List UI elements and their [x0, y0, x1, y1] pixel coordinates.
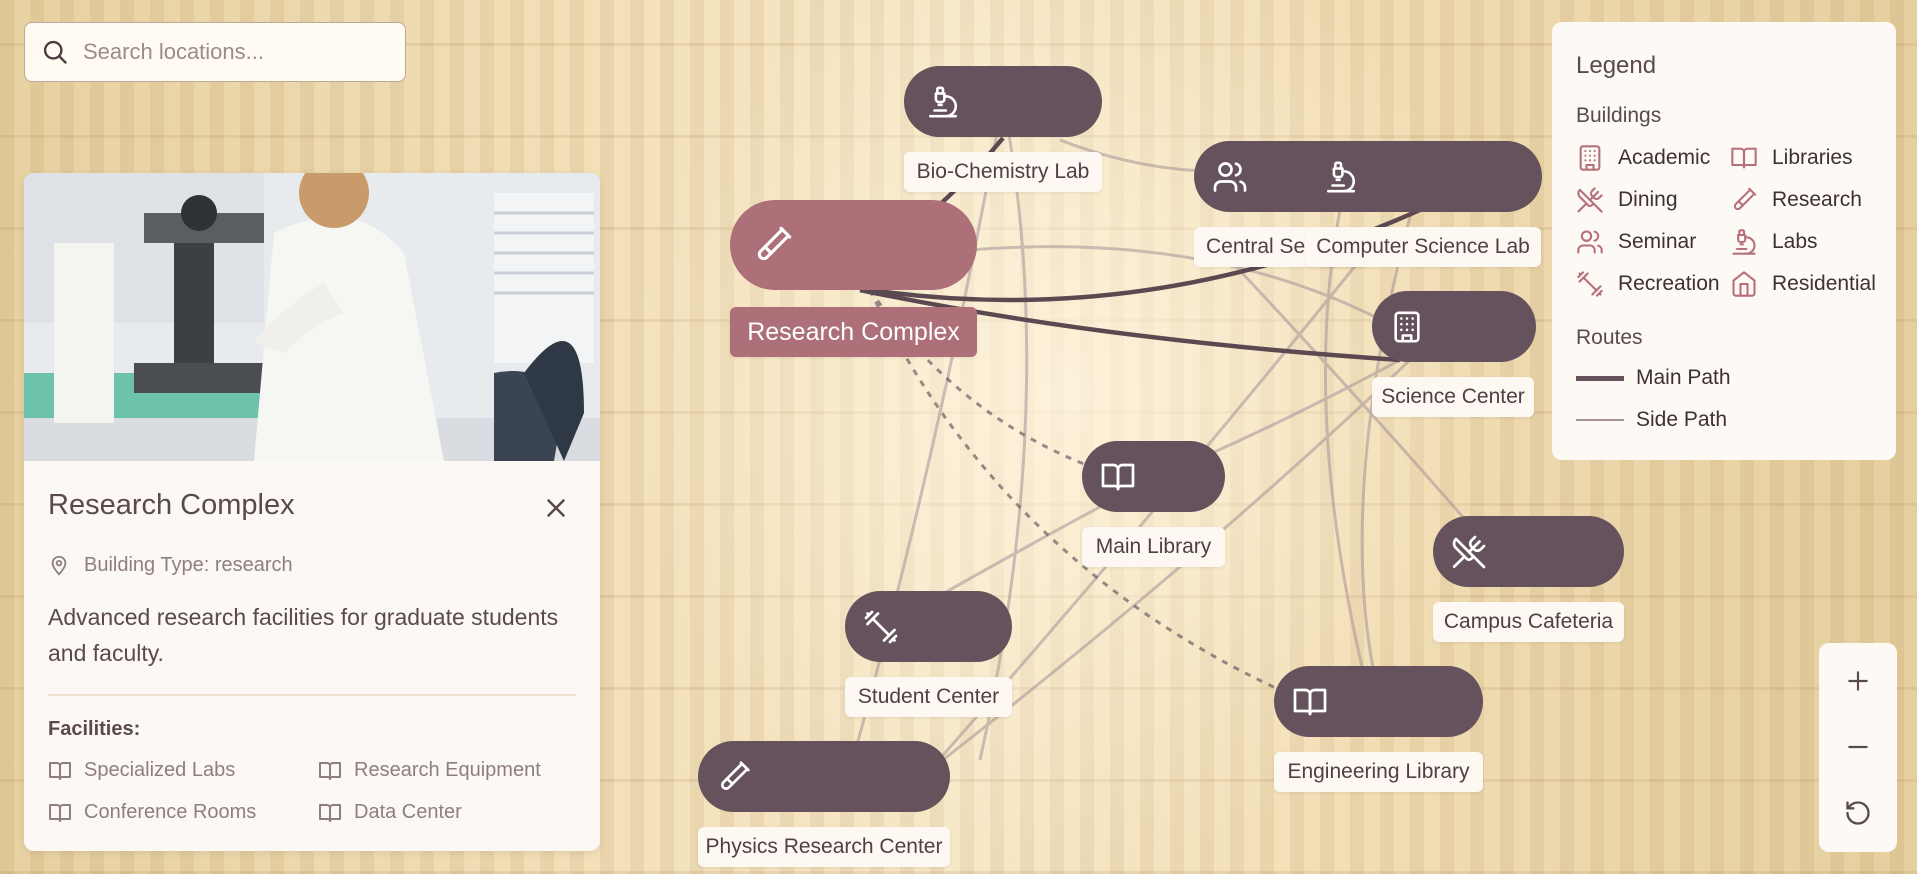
close-button[interactable] [541, 493, 571, 523]
node-label[interactable]: Engineering Library [1274, 752, 1483, 792]
main-path-swatch [1576, 375, 1624, 381]
node-label[interactable]: Physics Research Center [698, 827, 950, 867]
microscope-icon [1732, 229, 1756, 255]
microscope-icon [928, 86, 958, 118]
book-icon [319, 803, 341, 822]
legend-panel: Legend Buildings Academic Libraries Dini… [1552, 22, 1896, 460]
legend-item-research: Research [1730, 186, 1862, 214]
location-info-panel: Research Complex Building Type: research… [24, 173, 600, 851]
zoom-controls [1819, 643, 1897, 852]
utensils-icon [1452, 535, 1486, 569]
users-icon [1213, 162, 1247, 192]
node-main-library[interactable] [1082, 441, 1225, 512]
facility-item: Conference Rooms [48, 801, 256, 824]
facilities-heading: Facilities: [48, 718, 141, 740]
legend-item-labs: Labs [1730, 228, 1818, 256]
node-computer-science-lab[interactable] [1302, 141, 1542, 212]
node-research-complex[interactable] [730, 200, 977, 290]
node-label[interactable]: Bio-Chemistry Lab [904, 152, 1102, 192]
node-label[interactable]: Student Center [845, 677, 1012, 717]
legend-title: Legend [1576, 52, 1657, 79]
plus-icon [1848, 671, 1868, 691]
building-icon [1394, 311, 1420, 343]
legend-item-seminar: Seminar [1576, 228, 1696, 256]
node-science-center[interactable] [1372, 291, 1536, 362]
facility-item: Specialized Labs [48, 759, 235, 782]
legend-item-dining: Dining [1576, 186, 1678, 214]
map-pin-icon [51, 555, 67, 576]
legend-item-academic: Academic [1576, 144, 1710, 172]
microscope-icon [1326, 161, 1356, 193]
book-icon [1101, 463, 1135, 491]
side-path-swatch [1576, 419, 1624, 421]
facility-label: Specialized Labs [84, 759, 236, 781]
node-label[interactable]: Main Library [1082, 527, 1225, 567]
building-type-row: Building Type: research [48, 553, 293, 577]
legend-item-libraries: Libraries [1730, 144, 1853, 172]
zoom-out-button[interactable] [1819, 714, 1897, 780]
users-icon [1577, 230, 1603, 254]
book-icon [49, 761, 71, 780]
search-input[interactable] [81, 38, 385, 66]
close-icon [547, 499, 565, 517]
location-description: Advanced research facilities for graduat… [48, 604, 559, 666]
facility-item: Data Center [318, 801, 462, 824]
facility-label: Research Equipment [354, 759, 541, 781]
legend-route-side: Side Path [1576, 408, 1727, 432]
book-icon [1293, 688, 1327, 716]
node-engineering-library[interactable] [1274, 666, 1483, 737]
building-icon [1579, 145, 1601, 171]
legend-routes-heading: Routes [1576, 326, 1643, 349]
node-student-center[interactable] [845, 591, 1012, 662]
facility-label: Conference Rooms [84, 801, 257, 823]
dumbbell-icon [1577, 271, 1603, 297]
divider [48, 694, 576, 696]
panel-title: Research Complex [48, 489, 295, 521]
home-icon [1732, 271, 1756, 297]
rotate-ccw-icon [1846, 801, 1870, 825]
test-tube-icon [1733, 187, 1757, 211]
zoom-in-button[interactable] [1819, 648, 1897, 714]
side-path [1323, 209, 1372, 701]
book-icon [1731, 147, 1757, 169]
legend-item-residential: Residential [1730, 270, 1876, 298]
legend-buildings-heading: Buildings [1576, 104, 1662, 127]
node-campus-cafeteria[interactable] [1433, 516, 1624, 587]
book-icon [49, 803, 71, 822]
side-path [978, 99, 1029, 761]
minus-icon [1848, 745, 1868, 749]
location-photo [24, 173, 600, 461]
node-bio-chemistry-lab[interactable] [904, 66, 1102, 137]
legend-route-main: Main Path [1576, 366, 1731, 390]
dumbbell-icon [864, 610, 898, 644]
test-tube-icon [720, 761, 750, 791]
node-label-selected[interactable]: Research Complex [730, 307, 977, 357]
node-label[interactable]: Campus Cafeteria [1433, 602, 1624, 642]
reset-view-button[interactable] [1819, 780, 1897, 846]
facility-item: Research Equipment [318, 759, 541, 782]
search-icon [43, 40, 67, 64]
legend-item-recreation: Recreation [1576, 270, 1720, 298]
node-physics-research-center[interactable] [698, 741, 950, 812]
node-label[interactable]: Science Center [1372, 377, 1534, 417]
test-tube-icon [757, 226, 792, 261]
node-label[interactable]: Computer Science Lab [1305, 227, 1541, 267]
search-box[interactable] [24, 22, 406, 82]
facility-label: Data Center [354, 801, 462, 823]
utensils-icon [1577, 187, 1603, 213]
book-icon [319, 761, 341, 780]
building-type: Building Type: research [84, 553, 293, 576]
